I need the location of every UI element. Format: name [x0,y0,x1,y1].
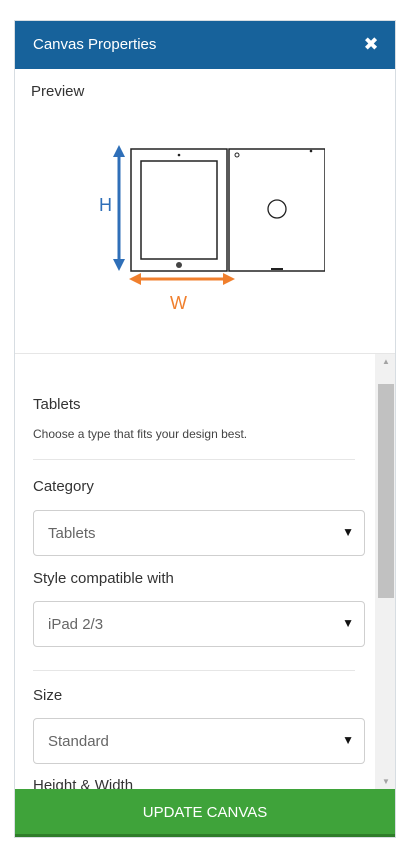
scroll-up-icon[interactable]: ▲ [375,354,395,370]
size-select[interactable]: Standard ▼ [33,718,365,764]
close-icon[interactable]: ✖ [361,33,381,55]
section-title: Tablets [33,396,81,413]
preview-label: Preview [31,83,85,100]
properties-scroll-area[interactable]: Tablets Choose a type that fits your des… [15,354,395,790]
tablet-back-icon [228,148,325,272]
caret-down-icon: ▼ [342,616,354,630]
style-compatible-select[interactable]: iPad 2/3 ▼ [33,601,365,647]
device-preview-illustration: H W [99,145,325,313]
panel-header: Canvas Properties ✖ [15,21,395,69]
width-arrow-icon [129,273,235,285]
style-compatible-label: Style compatible with [33,570,174,587]
divider [33,459,355,460]
vertical-scrollbar[interactable]: ▲ ▼ [375,354,395,790]
canvas-properties-panel: Canvas Properties ✖ Preview H W Tablets … [14,20,396,838]
update-canvas-button[interactable]: UPDATE CANVAS [15,789,395,837]
tablet-front-icon [130,148,228,272]
caret-down-icon: ▼ [342,733,354,747]
section-description: Choose a type that fits your design best… [33,427,248,441]
height-arrow-icon [113,145,125,271]
size-select-value: Standard [48,733,109,750]
caret-down-icon: ▼ [342,525,354,539]
style-compatible-select-value: iPad 2/3 [48,616,104,633]
divider [33,670,355,671]
scrollbar-thumb[interactable] [378,384,394,598]
height-label: H [99,195,112,215]
category-select[interactable]: Tablets ▼ [33,510,365,556]
category-select-value: Tablets [48,525,96,542]
scroll-down-icon[interactable]: ▼ [375,774,395,790]
panel-title: Canvas Properties [33,36,157,53]
size-label: Size [33,687,63,704]
category-label: Category [33,478,94,495]
width-label: W [170,293,187,313]
